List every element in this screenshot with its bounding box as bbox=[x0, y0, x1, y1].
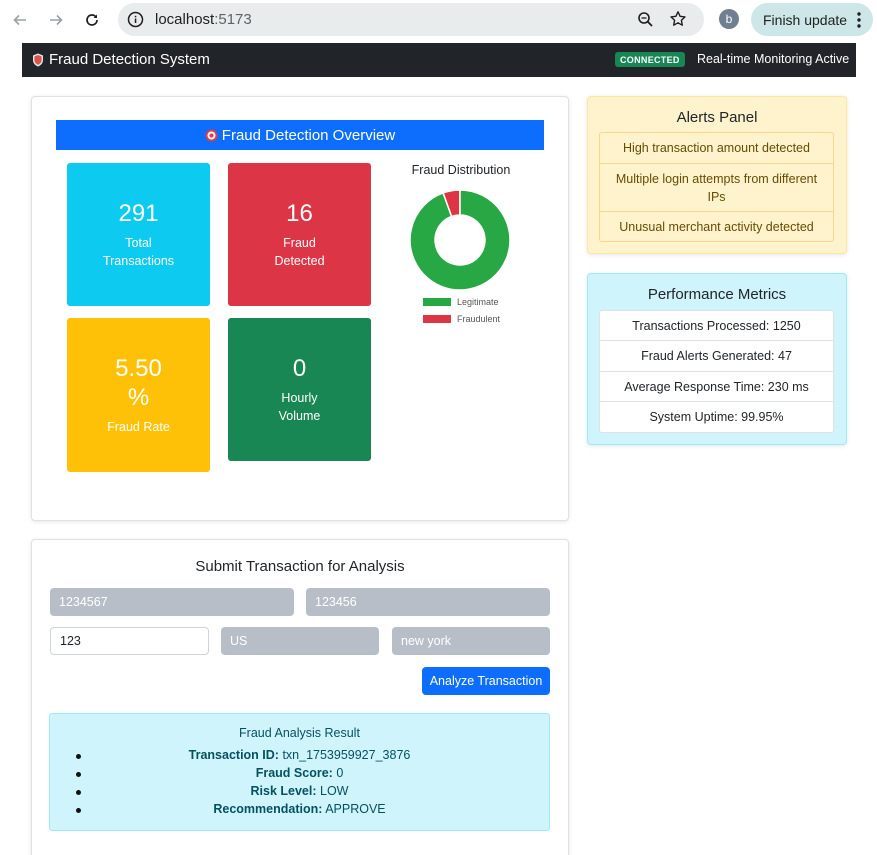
overview-title: Fraud Detection Overview bbox=[221, 126, 396, 144]
stat-value: 291 bbox=[118, 200, 159, 227]
app-title: Fraud Detection System bbox=[49, 51, 210, 68]
fraud-distribution-chart bbox=[409, 189, 511, 291]
alert-item[interactable]: Unusual merchant activity detected bbox=[600, 212, 833, 241]
forward-arrow-icon bbox=[50, 14, 63, 26]
stat-value: 16 bbox=[286, 200, 313, 227]
chart-title: Fraud Distribution bbox=[411, 163, 511, 177]
stat-label: Total Transactions bbox=[103, 234, 174, 270]
profile-avatar[interactable]: b bbox=[719, 9, 739, 29]
app-brand[interactable]: Fraud Detection System bbox=[32, 51, 210, 68]
stat-label-line2: Transactions bbox=[102, 254, 175, 268]
reload-icon bbox=[86, 14, 98, 26]
forward-button[interactable] bbox=[45, 9, 67, 31]
stat-value: 5.50% bbox=[115, 354, 162, 412]
alert-item[interactable]: High transaction amount detected bbox=[600, 133, 833, 164]
legend-label: Legitimate bbox=[457, 297, 499, 307]
stat-total-transactions: 291 Total Transactions bbox=[67, 163, 210, 306]
result-value: 0 bbox=[336, 766, 344, 780]
stat-label: Hourly Volume bbox=[279, 389, 321, 425]
stat-value: 0 bbox=[292, 355, 307, 382]
result-label: Transaction ID: bbox=[188, 748, 279, 762]
legend-item-fraudulent[interactable]: Fraudulent bbox=[423, 314, 500, 324]
stat-label-line2: Detected bbox=[274, 254, 325, 268]
donut-slice-legitimate[interactable] bbox=[409, 189, 511, 291]
stat-fraud-rate: 5.50% Fraud Rate bbox=[67, 318, 210, 472]
result-value: txn_1753959927_3876 bbox=[282, 748, 411, 762]
finish-update-label: Finish update bbox=[763, 11, 848, 28]
back-button[interactable] bbox=[9, 9, 31, 31]
result-value: LOW bbox=[320, 784, 349, 798]
metric-item: Transactions Processed: 1250 bbox=[600, 311, 833, 341]
reload-button[interactable] bbox=[81, 9, 103, 31]
stat-label-line2: Volume bbox=[278, 409, 321, 423]
shield-icon bbox=[33, 53, 43, 66]
stat-label: Fraud Rate bbox=[107, 420, 170, 434]
connection-status-badge: CONNECTED bbox=[615, 52, 685, 67]
input-field-3[interactable]: 123 bbox=[50, 627, 209, 655]
input-field-1[interactable]: 1234567 bbox=[50, 588, 294, 616]
url-host: localhost bbox=[155, 11, 215, 28]
metrics-title: Performance Metrics bbox=[647, 286, 787, 303]
site-info-icon[interactable] bbox=[127, 11, 144, 28]
stat-fraud-detected: 16 Fraud Detected bbox=[228, 163, 371, 306]
metric-item: Average Response Time: 230 ms bbox=[600, 372, 833, 402]
zoom-icon[interactable] bbox=[637, 11, 654, 28]
stat-label-line1: Hourly bbox=[281, 391, 318, 405]
alert-item[interactable]: Multiple login attempts from different I… bbox=[600, 164, 833, 212]
overview-header: Fraud Detection Overview bbox=[56, 120, 544, 150]
form-title: Submit Transaction for Analysis bbox=[195, 558, 405, 575]
bookmark-star-icon[interactable] bbox=[669, 10, 687, 28]
stat-hourly-volume: 0 Hourly Volume bbox=[228, 318, 371, 461]
target-icon bbox=[205, 129, 218, 141]
result-title: Fraud Analysis Result bbox=[239, 726, 360, 740]
metrics-list: Transactions Processed: 1250 Fraud Alert… bbox=[599, 310, 834, 433]
result-transaction-id: Transaction ID: txn_1753959927_3876 bbox=[50, 748, 549, 762]
url-port: :5173 bbox=[214, 11, 252, 28]
stat-label: Fraud Detected bbox=[274, 234, 324, 270]
stat-label-line1: Fraud bbox=[283, 236, 316, 250]
finish-update-button[interactable]: Finish update bbox=[751, 3, 873, 36]
result-recommendation: Recommendation: APPROVE bbox=[50, 802, 549, 816]
legend-label: Fraudulent bbox=[457, 314, 501, 324]
result-label: Recommendation: bbox=[213, 802, 323, 816]
result-label: Risk Level: bbox=[250, 784, 317, 798]
alerts-list: High transaction amount detected Multipl… bbox=[599, 132, 834, 242]
more-menu-icon bbox=[857, 12, 861, 28]
fraud-analysis-result: Fraud Analysis Result Transaction ID: tx… bbox=[49, 713, 550, 831]
city-input[interactable]: new york bbox=[392, 627, 550, 655]
result-fraud-score: Fraud Score: 0 bbox=[50, 766, 549, 780]
country-input[interactable]: US bbox=[221, 627, 379, 655]
input-field-2[interactable]: 123456 bbox=[306, 588, 550, 616]
address-bar[interactable]: localhost:5173 bbox=[118, 3, 704, 36]
alerts-title: Alerts Panel bbox=[676, 109, 758, 126]
result-label: Fraud Score: bbox=[255, 766, 333, 780]
stat-value-unit: % bbox=[127, 384, 150, 411]
back-arrow-icon bbox=[13, 14, 26, 26]
app-navbar: Fraud Detection System CONNECTED Real-ti… bbox=[22, 43, 856, 77]
result-risk-level: Risk Level: LOW bbox=[50, 784, 549, 798]
metric-item: System Uptime: 99.95% bbox=[649, 410, 784, 424]
legend-item-legitimate[interactable]: Legitimate bbox=[423, 297, 499, 307]
url-text: localhost:5173 bbox=[155, 11, 252, 28]
browser-toolbar: localhost:5173 b Finish update bbox=[0, 0, 877, 43]
metric-item: Fraud Alerts Generated: 47 bbox=[600, 341, 833, 372]
legend-swatch bbox=[423, 298, 451, 306]
monitoring-status-text: Real-time Monitoring Active bbox=[697, 52, 850, 66]
analyze-transaction-button[interactable]: Analyze Transaction bbox=[422, 667, 550, 695]
legend-swatch bbox=[423, 315, 451, 323]
stat-label-line1: Total bbox=[125, 236, 152, 250]
result-value: APPROVE bbox=[325, 802, 386, 816]
stat-value-number: 5.50 bbox=[115, 355, 162, 382]
